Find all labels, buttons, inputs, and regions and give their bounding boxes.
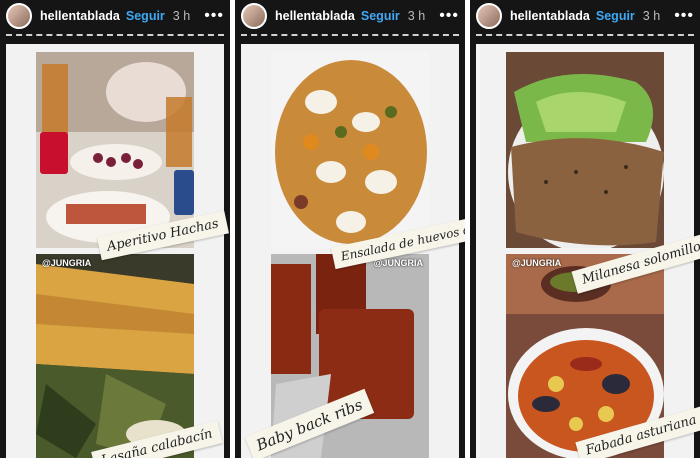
username[interactable]: hellentablada — [510, 9, 590, 23]
timestamp: 3 h — [407, 9, 426, 23]
photo-credit: @JUNGRIA — [373, 258, 423, 268]
avatar[interactable] — [6, 3, 32, 29]
follow-button[interactable]: Seguir — [361, 9, 400, 23]
food-photo-milanesa — [506, 52, 664, 252]
username[interactable]: hellentablada — [275, 9, 355, 23]
story-header: hellentablada Seguir 3 h ••• — [0, 0, 230, 32]
avatar[interactable] — [241, 3, 267, 29]
story-header: hellentablada Seguir 3 h ••• — [470, 0, 700, 32]
story-1[interactable]: hellentablada Seguir 3 h ••• @JUNGRIA Ap… — [0, 0, 230, 458]
story-canvas: @JUNGRIA Aperitivo Hachas Lasaña calabac… — [6, 44, 229, 458]
food-photo-ensalada — [271, 52, 429, 248]
story-progress-bar — [241, 34, 459, 38]
story-canvas: @JUNGRIA Milanesa solomillo Fabada astur… — [476, 44, 700, 458]
photo-credit: @JUNGRIA — [512, 258, 562, 268]
avatar[interactable] — [476, 3, 502, 29]
food-photo-lasana: @JUNGRIA — [36, 254, 194, 458]
food-photo-aperitivo — [36, 52, 194, 248]
story-3[interactable]: hellentablada Seguir 3 h ••• @JUNGRIA Mi… — [470, 0, 700, 458]
story-progress-bar — [6, 34, 224, 38]
story-2[interactable]: hellentablada Seguir 3 h ••• @JUNGRIA En… — [235, 0, 465, 458]
photo-credit: @JUNGRIA — [42, 258, 92, 268]
more-options-icon[interactable]: ••• — [674, 7, 694, 25]
more-options-icon[interactable]: ••• — [439, 7, 459, 25]
more-options-icon[interactable]: ••• — [204, 7, 224, 25]
follow-button[interactable]: Seguir — [596, 9, 635, 23]
timestamp: 3 h — [172, 9, 191, 23]
username[interactable]: hellentablada — [40, 9, 120, 23]
stories-strip: hellentablada Seguir 3 h ••• @JUNGRIA Ap… — [0, 0, 700, 458]
story-progress-bar — [476, 34, 694, 38]
follow-button[interactable]: Seguir — [126, 9, 165, 23]
timestamp: 3 h — [642, 9, 661, 23]
story-header: hellentablada Seguir 3 h ••• — [235, 0, 465, 32]
story-canvas: @JUNGRIA Ensalada de huevos de bacalao B… — [241, 44, 465, 458]
